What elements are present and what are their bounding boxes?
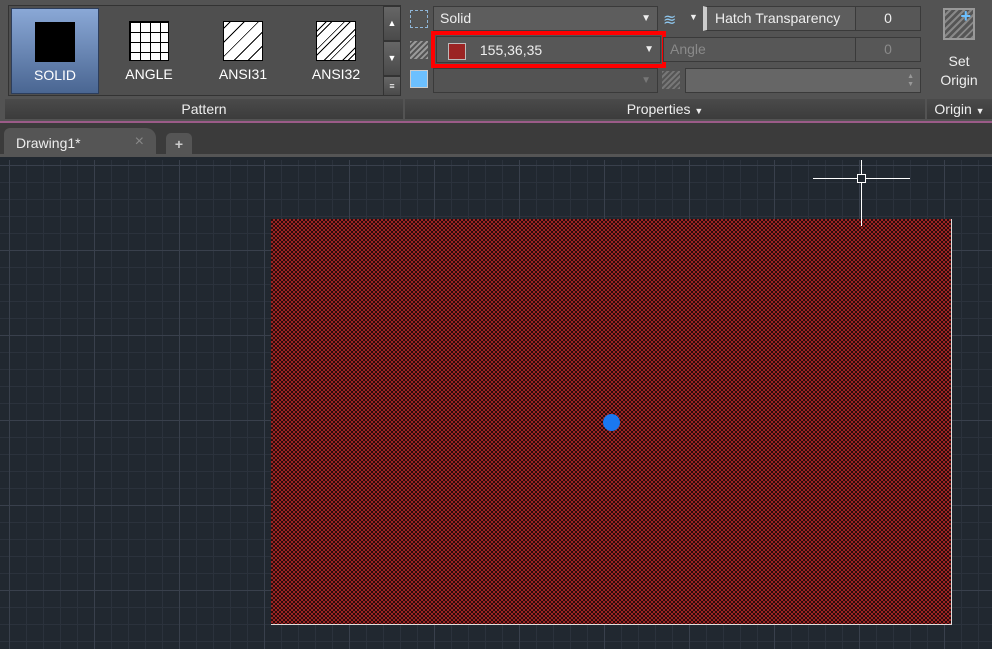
angle-value: 0	[855, 38, 920, 61]
chevron-down-icon: ▼	[641, 13, 651, 24]
chevron-down-icon: ▼	[641, 75, 651, 86]
angle-field[interactable]: Angle 0	[663, 37, 921, 62]
properties-title-label: Properties	[626, 101, 691, 117]
hatch-color-icon	[410, 41, 428, 59]
set-origin-label-1: Set	[948, 53, 970, 69]
hatch-grip[interactable]	[603, 414, 620, 431]
solid-swatch-icon	[35, 22, 75, 62]
color-swatch-icon	[448, 42, 466, 60]
ansi31-swatch-icon	[223, 21, 263, 61]
hatch-transparency-field[interactable]: Hatch Transparency 0	[703, 6, 921, 31]
pattern-panel-title: Pattern	[5, 99, 403, 119]
background-color-icon	[410, 70, 428, 88]
set-origin-label-2: Origin	[940, 72, 978, 88]
gallery-scroll-up[interactable]: ▲	[383, 6, 401, 41]
pattern-ansi31[interactable]: ANSI31	[199, 8, 287, 94]
hatch-color-dropdown[interactable]: 155,36,35 ▼	[436, 36, 661, 63]
pattern-ansi32[interactable]: ANSI32	[292, 8, 380, 94]
hatch-type-value: Solid	[440, 10, 472, 26]
origin-title-label: Origin	[934, 101, 972, 117]
ribbon: SOLID ANGLE ANSI31 ANSI32 ▲ ▼ ≡ Pattern …	[0, 0, 992, 123]
angle-swatch-icon	[129, 21, 169, 61]
new-tab-button[interactable]: +	[166, 133, 192, 155]
set-origin-button[interactable]: + Set Origin	[927, 4, 991, 94]
chevron-down-icon: ▼	[644, 44, 654, 55]
chevron-down-icon[interactable]: ▼	[689, 12, 698, 22]
chevron-down-icon: ▼	[694, 106, 704, 116]
gallery-scroll-down[interactable]: ▼	[383, 41, 401, 76]
crosshair-pickbox	[857, 174, 866, 183]
drawing-canvas[interactable]	[0, 160, 992, 649]
background-color-dropdown[interactable]: ▼	[433, 68, 658, 93]
hatch-type-dropdown[interactable]: Solid ▼	[433, 6, 658, 31]
chevron-down-icon: ▼	[975, 106, 985, 116]
transparency-label: Hatch Transparency	[715, 10, 841, 26]
layers-icon[interactable]: ≋	[663, 10, 681, 29]
ansi32-swatch-icon	[316, 21, 356, 61]
set-origin-icon: +	[943, 6, 975, 40]
crosshair-vertical	[861, 160, 862, 226]
pattern-label: SOLID	[33, 67, 76, 83]
gallery-expand[interactable]: ≡	[383, 76, 401, 96]
pattern-solid[interactable]: SOLID	[11, 8, 99, 94]
pattern-label: ANSI31	[218, 66, 268, 82]
hatch-color-value: 155,36,35	[479, 42, 543, 58]
scale-spinner[interactable]: ▲ ▼	[685, 68, 921, 93]
file-tab-bar: Drawing1* × +	[0, 123, 992, 157]
pattern-label: ANGLE	[125, 66, 173, 82]
pattern-angle[interactable]: ANGLE	[105, 8, 193, 94]
angle-label: Angle	[670, 41, 706, 57]
pattern-label: ANSI32	[311, 66, 361, 82]
tab-drawing1[interactable]: Drawing1* ×	[4, 128, 156, 157]
pattern-gallery: SOLID ANGLE ANSI31 ANSI32 ▲ ▼ ≡	[8, 5, 401, 96]
close-icon[interactable]: ×	[135, 133, 144, 151]
tab-label: Drawing1*	[16, 135, 81, 151]
scale-icon	[662, 71, 680, 89]
hatch-type-icon	[410, 10, 428, 28]
transparency-value: 0	[855, 7, 920, 30]
properties-panel-title[interactable]: Properties ▼	[405, 99, 925, 119]
origin-panel-title[interactable]: Origin ▼	[927, 99, 992, 119]
